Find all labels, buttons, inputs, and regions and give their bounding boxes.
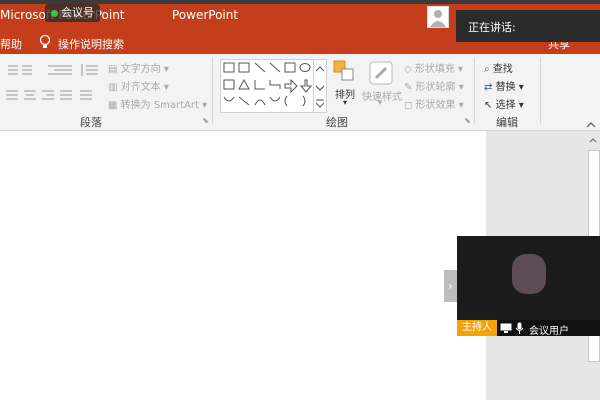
app-name: PowerPoint xyxy=(172,8,239,22)
shape-effects-label: 形状效果 xyxy=(415,100,456,111)
convert-smartart-label: 转换为 SmartArt xyxy=(120,100,199,111)
tell-me-search[interactable]: 操作说明搜索 xyxy=(58,36,124,52)
status-dot-icon xyxy=(51,9,58,17)
shape-fill-label: 形状填充 xyxy=(414,64,455,75)
replace-icon: ⇄ xyxy=(484,82,493,93)
select-label: 选择 xyxy=(495,100,516,111)
slide-canvas[interactable] xyxy=(0,131,486,400)
meeting-badge[interactable]: 会议号 xyxy=(45,4,100,22)
align-text-label: 对齐文本 xyxy=(120,82,161,93)
video-info-bar: 主持人 会议用户 xyxy=(457,320,600,337)
group-divider xyxy=(540,58,541,124)
tab-help[interactable]: 帮助 xyxy=(0,36,22,52)
arrange-dropdown-icon[interactable]: ▾ xyxy=(343,98,347,107)
meeting-badge-label: 会议号 xyxy=(61,6,94,19)
shape-effects-button[interactable]: ◻ 形状效果 ▾ xyxy=(404,96,464,111)
replace-button[interactable]: ⇄ 替换 ▾ xyxy=(484,78,524,93)
video-panel: 主持人 会议用户 xyxy=(457,236,600,337)
find-button[interactable]: ⌕ 查找 xyxy=(484,60,513,75)
editing-group-label: 编辑 xyxy=(496,116,518,129)
cursor-icon: ↖ xyxy=(484,100,493,111)
quick-styles-icon xyxy=(368,60,394,90)
screen-share-icon xyxy=(500,323,512,333)
microphone-icon[interactable] xyxy=(515,322,524,334)
participant-name: 会议用户 xyxy=(529,326,569,337)
speaking-panel: 正在讲话: xyxy=(456,10,600,42)
speaking-label: 正在讲话: xyxy=(468,21,516,34)
participant-video xyxy=(512,254,546,294)
search-icon: ⌕ xyxy=(484,64,490,75)
select-button[interactable]: ↖ 选择 ▾ xyxy=(484,96,524,111)
align-text-button[interactable]: ▥ 对齐文本 ▾ xyxy=(108,78,169,93)
shapes-scroll[interactable] xyxy=(313,59,327,113)
shape-fill-button[interactable]: ◇ 形状填充 ▾ xyxy=(404,60,463,75)
indent-button[interactable] xyxy=(46,62,74,82)
group-divider xyxy=(474,58,475,124)
alignment-buttons[interactable] xyxy=(4,88,100,108)
lightbulb-icon xyxy=(38,34,52,50)
arrange-icon xyxy=(333,60,355,86)
avatar-icon[interactable] xyxy=(427,6,449,28)
dialog-launcher-icon[interactable]: ⬊ xyxy=(202,116,209,125)
dialog-launcher-icon[interactable]: ⬊ xyxy=(464,116,471,125)
panel-toggle-icon[interactable]: › xyxy=(444,270,457,302)
find-label: 查找 xyxy=(492,64,513,75)
shape-outline-button[interactable]: ✎ 形状轮廓 ▾ xyxy=(404,78,464,93)
scroll-up-icon[interactable] xyxy=(586,131,600,143)
bullets-button[interactable] xyxy=(6,62,34,82)
quick-styles-dropdown-icon[interactable]: ▾ xyxy=(378,98,382,107)
paragraph-group-label: 段落 xyxy=(80,116,102,129)
text-direction-button[interactable]: ▤ 文字方向 ▾ xyxy=(108,60,169,75)
convert-smartart-button[interactable]: ▦ 转换为 SmartArt ▾ xyxy=(108,96,207,111)
line-spacing-button[interactable] xyxy=(80,62,100,82)
ribbon: ▤ 文字方向 ▾ ▥ 对齐文本 ▾ ▦ 转换为 SmartArt ▾ 段落 ⬊ xyxy=(0,54,600,131)
drawing-group-label: 绘图 xyxy=(326,116,348,129)
replace-label: 替换 xyxy=(495,82,516,93)
shape-outline-label: 形状轮廓 xyxy=(415,82,456,93)
collapse-ribbon-icon[interactable] xyxy=(584,116,598,128)
shapes-gallery[interactable] xyxy=(220,59,314,113)
group-divider xyxy=(212,58,213,124)
host-badge: 主持人 xyxy=(457,320,497,336)
text-direction-label: 文字方向 xyxy=(120,64,161,75)
